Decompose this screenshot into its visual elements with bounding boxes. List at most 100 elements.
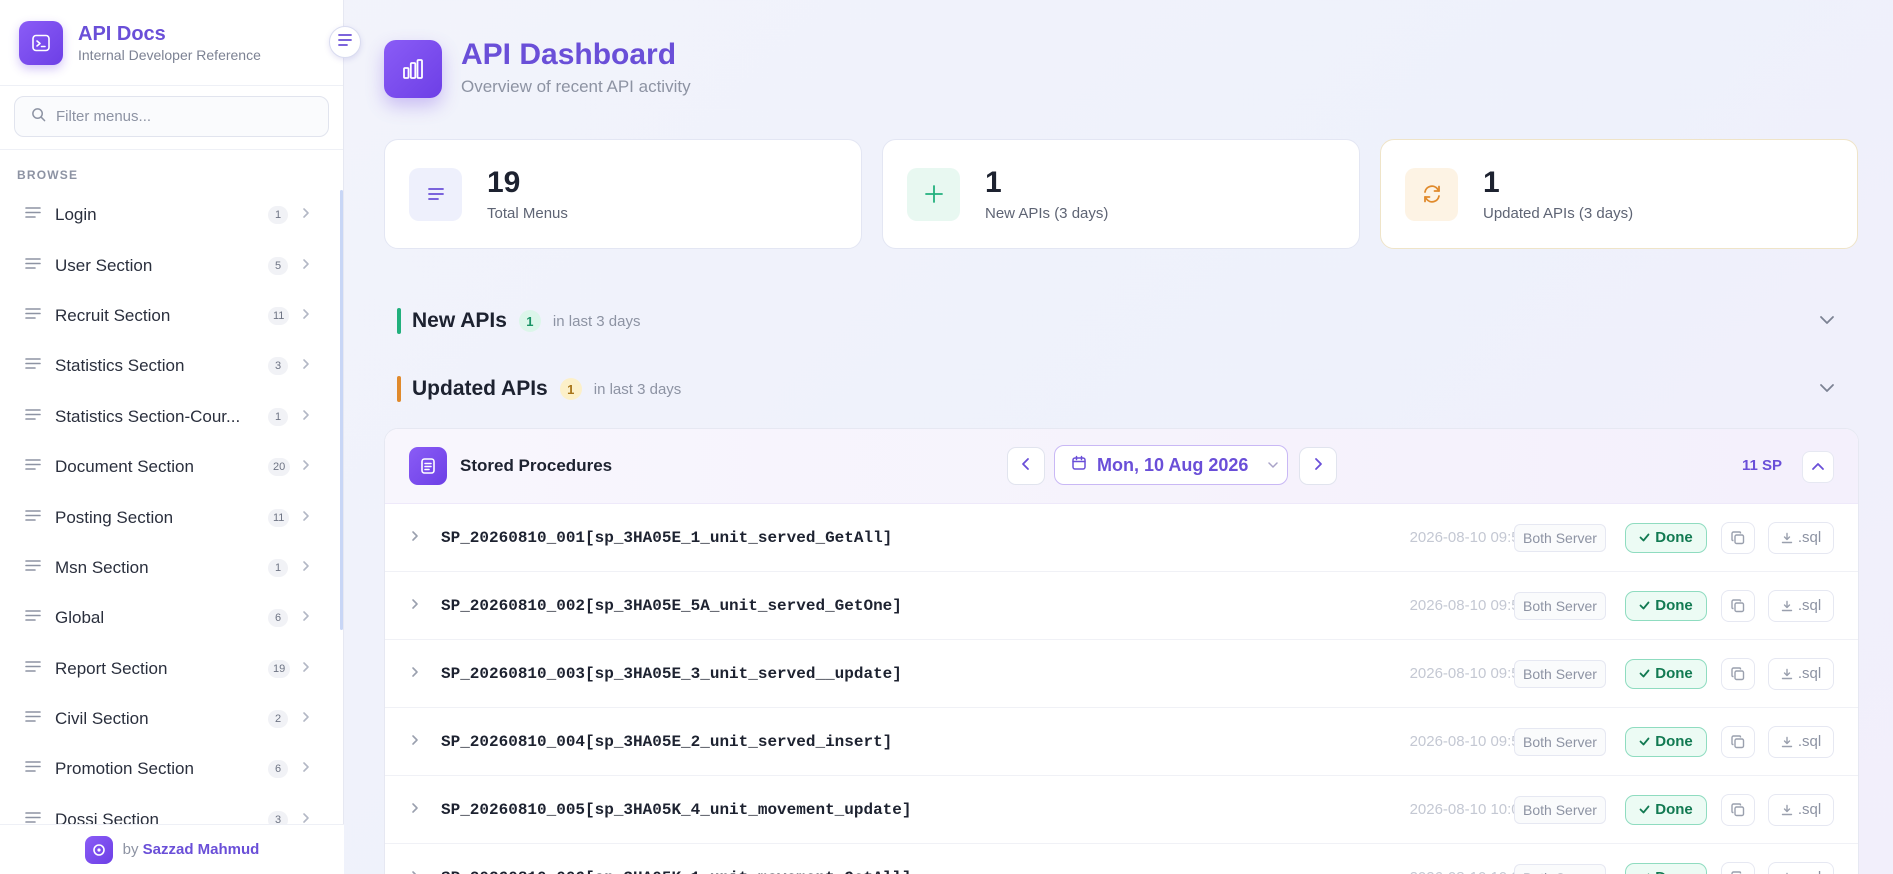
copy-button[interactable]: [1721, 725, 1755, 758]
author-avatar-icon: [84, 835, 113, 864]
sidebar-item[interactable]: Posting Section 11: [0, 492, 343, 542]
chevron-right-icon: [302, 710, 310, 728]
sidebar-item[interactable]: Document Section 20: [0, 442, 343, 492]
procedure-timestamp: 2026-08-10 10:00: [1409, 801, 1528, 818]
updated-apis-section[interactable]: Updated APIs 1 in last 3 days: [397, 374, 1859, 404]
sidebar-item-label: Document Section: [55, 457, 194, 477]
chevron-right-icon: [302, 760, 310, 778]
sidebar-item[interactable]: Statistics Section 3: [0, 341, 343, 391]
filter-menus-input[interactable]: [56, 108, 316, 125]
stat-card: 1 New APIs (3 days): [882, 139, 1360, 249]
chevron-down-icon[interactable]: [1819, 312, 1835, 330]
procedure-row[interactable]: SP_20260810_004[sp_3HA05E_2_unit_served_…: [385, 708, 1858, 776]
copy-button[interactable]: [1721, 861, 1755, 874]
procedure-row[interactable]: SP_20260810_001[sp_3HA05E_1_unit_served_…: [385, 504, 1858, 572]
sidebar-item-label: Recruit Section: [55, 305, 171, 325]
chevron-right-icon[interactable]: [411, 597, 419, 615]
download-label: .sql: [1797, 529, 1822, 546]
check-icon: [1639, 805, 1650, 814]
new-apis-title: New APIs: [412, 309, 507, 332]
procedure-row[interactable]: SP_20260810_005[sp_3HA05K_4_unit_movemen…: [385, 776, 1858, 844]
sidebar-toggle-button[interactable]: [329, 26, 361, 58]
menu-list: Login 1 User Section 5 Recruit Section 1…: [0, 190, 343, 858]
chevron-right-icon[interactable]: [411, 869, 419, 874]
procedure-count: 11 SP: [1742, 457, 1783, 474]
list-lines-icon: [25, 458, 43, 476]
chevron-right-icon: [302, 257, 310, 275]
status-badge: Done: [1625, 522, 1707, 553]
brand-subtitle: Internal Developer Reference: [78, 46, 261, 63]
procedure-name: SP_20260810_003[sp_3HA05E_3_unit_served_…: [441, 664, 902, 683]
footer-by: by: [122, 841, 139, 858]
copy-button[interactable]: [1721, 657, 1755, 690]
status-badge: Done: [1625, 794, 1707, 825]
chevron-right-icon[interactable]: [411, 529, 419, 547]
search-icon: [31, 107, 46, 127]
stats-row: 19 Total Menus 1 New APIs (3 days) 1 Upd…: [384, 139, 1858, 249]
updated-apis-note: in last 3 days: [593, 380, 682, 398]
status-text: Done: [1655, 529, 1693, 546]
chevron-right-icon: [302, 307, 310, 325]
stat-value: 19: [487, 166, 521, 199]
procedure-row[interactable]: SP_20260810_006[sp_3HA05K_1_unit_movemen…: [385, 844, 1858, 874]
sidebar-footer: by Sazzad Mahmud: [0, 824, 344, 874]
procedure-row[interactable]: SP_20260810_002[sp_3HA05E_5A_unit_served…: [385, 572, 1858, 640]
status-badge: Done: [1625, 658, 1707, 689]
copy-button[interactable]: [1721, 589, 1755, 622]
author-link[interactable]: Sazzad Mahmud: [143, 841, 260, 858]
download-sql-button[interactable]: .sql: [1768, 725, 1834, 758]
sidebar-item-count: 1: [268, 558, 288, 577]
procedure-name: SP_20260810_005[sp_3HA05K_4_unit_movemen…: [441, 800, 912, 819]
sidebar-item-count: 20: [268, 458, 291, 477]
download-label: .sql: [1797, 597, 1822, 614]
sidebar-item[interactable]: Report Section 19: [0, 644, 343, 694]
copy-icon: [1731, 870, 1743, 874]
sidebar-item[interactable]: Civil Section 2: [0, 694, 343, 744]
sidebar-item[interactable]: Msn Section 1: [0, 543, 343, 593]
chevron-right-icon[interactable]: [411, 665, 419, 683]
download-icon: [1781, 668, 1793, 679]
sidebar-item-count: 19: [268, 659, 291, 678]
sidebar-item-count: 5: [268, 256, 288, 275]
chevron-right-icon[interactable]: [411, 733, 419, 751]
procedure-name: SP_20260810_001[sp_3HA05E_1_unit_served_…: [441, 528, 893, 547]
sidebar-item[interactable]: Login 1: [0, 190, 343, 240]
download-sql-button[interactable]: .sql: [1768, 521, 1834, 554]
next-date-button[interactable]: [1299, 447, 1337, 485]
calendar-icon: [1071, 455, 1087, 476]
download-sql-button[interactable]: .sql: [1768, 657, 1834, 690]
check-icon: [1639, 737, 1650, 746]
sidebar-item[interactable]: User Section 5: [0, 240, 343, 290]
sidebar-item[interactable]: Promotion Section 6: [0, 744, 343, 794]
collapse-procedures-button[interactable]: [1802, 451, 1834, 483]
updated-apis-title: Updated APIs: [412, 377, 548, 400]
procedure-row[interactable]: SP_20260810_003[sp_3HA05E_3_unit_served_…: [385, 640, 1858, 708]
updated-apis-accent: [397, 376, 401, 402]
chevron-right-icon[interactable]: [411, 801, 419, 819]
chevron-left-icon: [1021, 457, 1031, 476]
prev-date-button[interactable]: [1007, 447, 1045, 485]
new-apis-section[interactable]: New APIs 1 in last 3 days: [397, 306, 1859, 336]
list-lines-icon: [25, 609, 43, 627]
sidebar-item[interactable]: Global 6: [0, 593, 343, 643]
sidebar-item-label: Global: [55, 608, 105, 628]
download-sql-button[interactable]: .sql: [1768, 793, 1834, 826]
chevron-down-icon[interactable]: [1819, 380, 1835, 398]
download-sql-button[interactable]: .sql: [1768, 861, 1834, 874]
copy-icon: [1731, 530, 1745, 544]
sidebar-item[interactable]: Recruit Section 11: [0, 291, 343, 341]
download-icon: [1781, 804, 1793, 815]
copy-button[interactable]: [1721, 521, 1755, 554]
sidebar-item[interactable]: Statistics Section-Cour... 1: [0, 392, 343, 442]
copy-icon: [1731, 666, 1745, 680]
copy-button[interactable]: [1721, 793, 1755, 826]
chevron-right-icon: [302, 509, 310, 527]
download-sql-button[interactable]: .sql: [1768, 589, 1834, 622]
sidebar-item-label: Login: [55, 205, 97, 225]
download-label: .sql: [1798, 869, 1821, 874]
download-icon: [1781, 532, 1793, 543]
sidebar-item-label: Msn Section: [55, 557, 149, 577]
date-picker[interactable]: Mon, 10 Aug 2026: [1054, 445, 1288, 485]
page-title: API Dashboard: [461, 38, 677, 71]
sidebar-item-count: 1: [268, 206, 288, 225]
